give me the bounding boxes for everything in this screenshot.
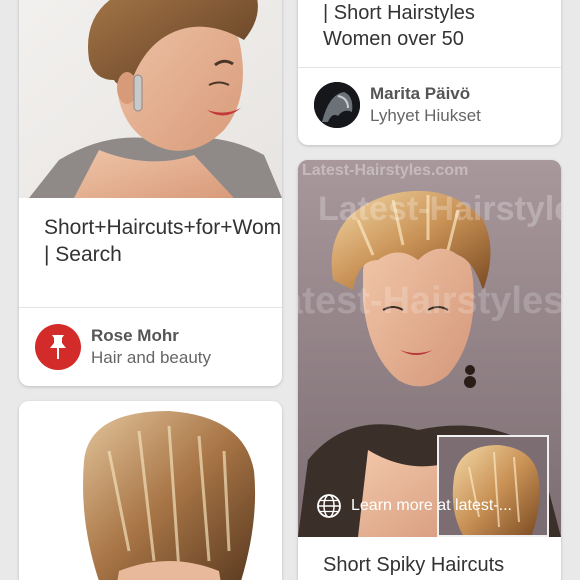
pin-image[interactable]: Latest-Hairstyles.com Latest-Hairstyles.…	[298, 160, 561, 537]
pin-image[interactable]	[19, 0, 282, 198]
board-name[interactable]: Hair and beauty	[91, 347, 211, 369]
pinner-info[interactable]: Marita Päivö Lyhyet Hiukset	[314, 82, 481, 128]
learn-more-text[interactable]: Learn more at latest-...	[351, 497, 512, 515]
learn-more-link[interactable]: Learn more at latest-...	[316, 493, 512, 519]
watermark-text: Latest-Hairstyles.com	[298, 280, 561, 322]
pinner-name[interactable]: Marita Päivö	[370, 83, 481, 105]
pin-card[interactable]	[19, 401, 282, 580]
watermark-text: Latest-Hairstyles.com	[302, 162, 469, 179]
woman-portrait-image	[19, 0, 282, 198]
divider	[19, 307, 282, 308]
pushpin-icon	[50, 335, 66, 359]
avatar-photo	[314, 82, 360, 128]
pin-title: Short+Haircuts+for+Women+Over+50+with+Th…	[44, 216, 282, 266]
pin-image[interactable]	[19, 401, 282, 580]
pin-card[interactable]: | Short Hairstyles Women over 50 Marita …	[298, 0, 561, 145]
pin-card[interactable]: Short+Haircuts+for+Women+Over+50+with+Th…	[19, 0, 282, 386]
hair-back-view-image	[19, 401, 282, 580]
avatar[interactable]	[35, 324, 81, 370]
globe-icon	[317, 494, 341, 518]
pin-card[interactable]: Latest-Hairstyles.com Latest-Hairstyles.…	[298, 160, 561, 580]
pin-title: Short Spiky Haircuts	[323, 554, 505, 576]
avatar[interactable]	[314, 82, 360, 128]
inset-thumbnail[interactable]	[437, 435, 549, 537]
hair-back-view-thumbnail	[439, 437, 547, 535]
board-name[interactable]: Lyhyet Hiukset	[370, 105, 481, 127]
pinner-name[interactable]: Rose Mohr	[91, 325, 211, 347]
pin-title: | Short Hairstyles Women over 50	[323, 2, 475, 50]
divider	[298, 67, 561, 68]
pinner-info[interactable]: Rose Mohr Hair and beauty	[35, 324, 211, 370]
watermark-text: Latest-Hairstyles.com	[318, 190, 561, 228]
